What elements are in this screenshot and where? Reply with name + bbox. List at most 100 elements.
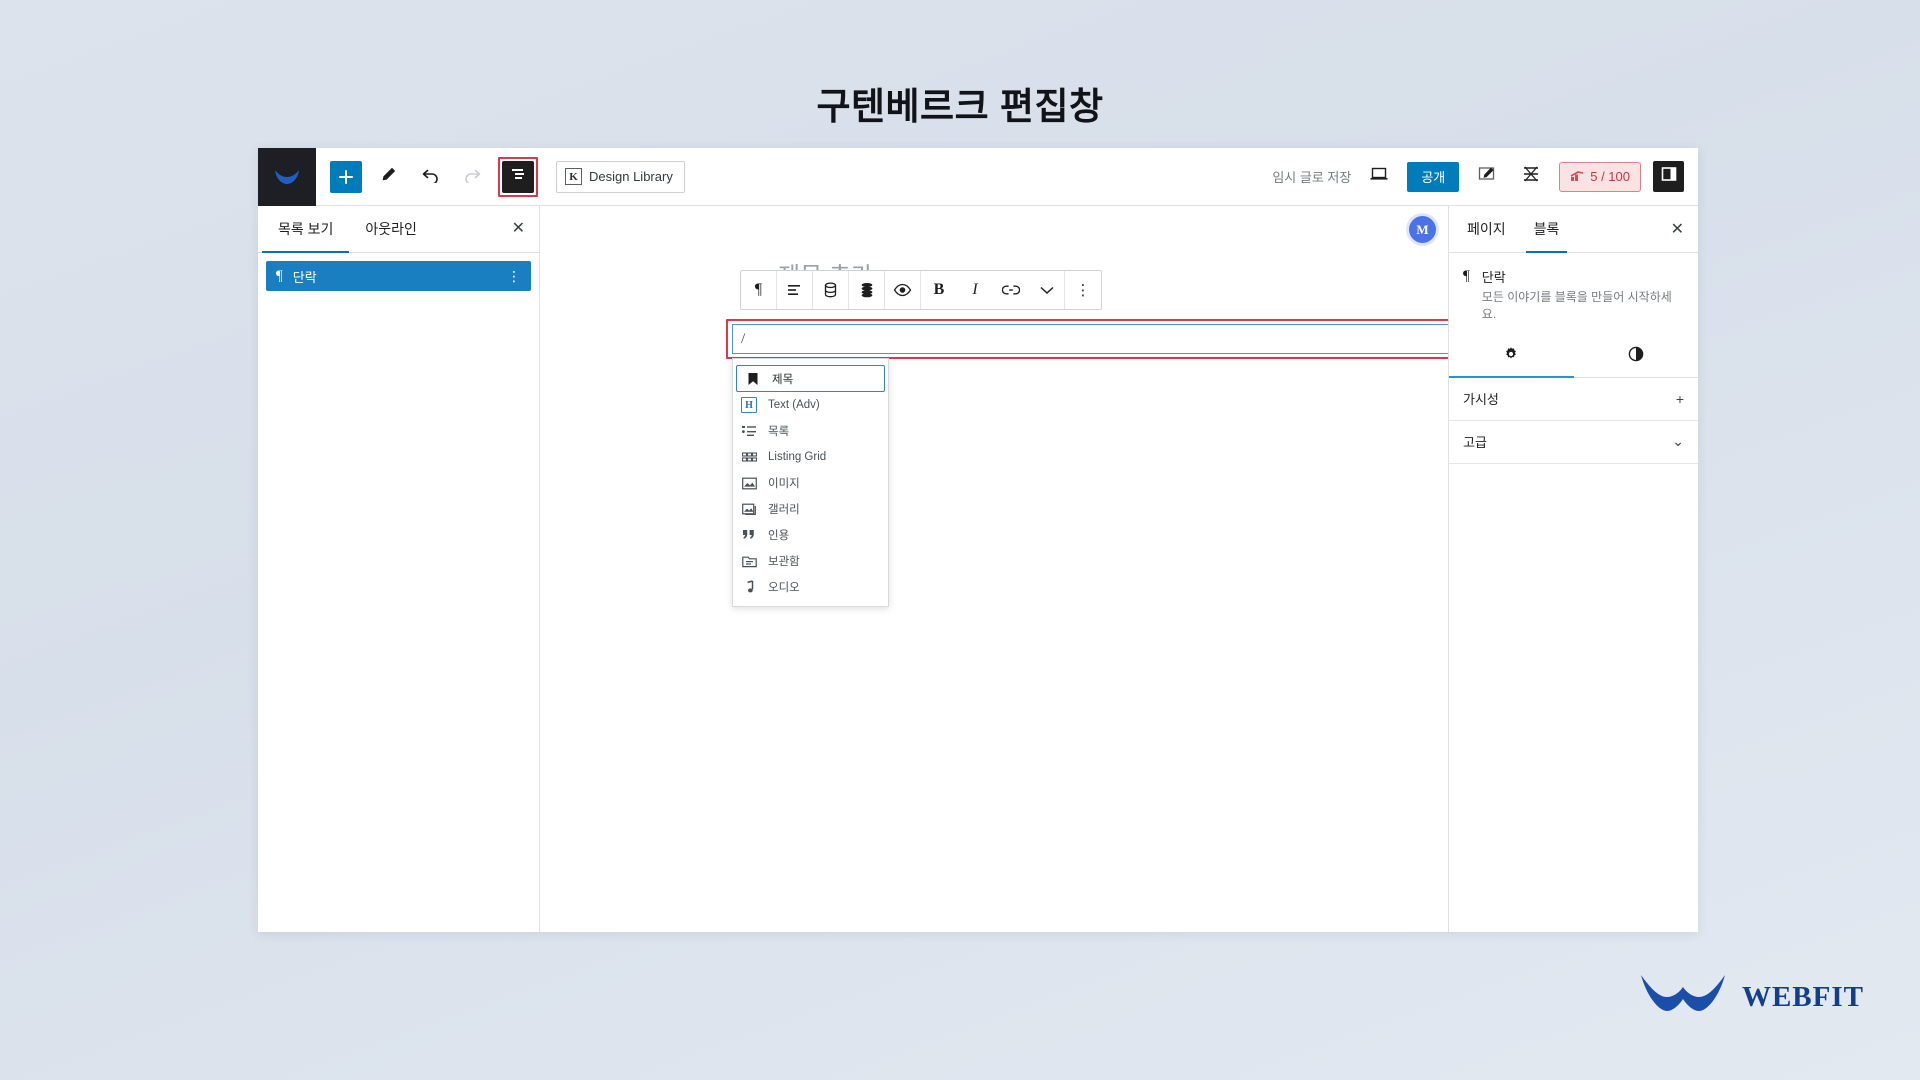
seo-settings-button[interactable] xyxy=(1515,161,1547,193)
tab-list-view[interactable]: 목록 보기 xyxy=(262,206,350,253)
add-block-button[interactable] xyxy=(330,160,362,193)
list-item[interactable]: ¶ 단락 ⋮ xyxy=(266,261,531,291)
slash-command-menu: 제목 H Text (Adv) 목록 Listing Grid 이미지 갤러리 … xyxy=(732,358,889,607)
quote-icon xyxy=(741,527,757,543)
listing-grid-icon xyxy=(741,449,757,465)
bold-icon[interactable]: B xyxy=(921,271,957,309)
italic-icon[interactable]: I xyxy=(957,271,993,309)
settings-row-visibility[interactable]: 가시성 + xyxy=(1449,378,1698,421)
save-draft-button[interactable]: 임시 글로 저장 xyxy=(1272,167,1351,186)
block-info: ¶ 단락 모든 이야기를 블록을 만들어 시작하세요. xyxy=(1449,253,1698,336)
settings-subtabs xyxy=(1449,336,1698,378)
seo-gear-icon xyxy=(1521,165,1541,188)
settings-tabs: 페이지 블록 ✕ xyxy=(1449,206,1698,253)
slash-item-label: 보관함 xyxy=(768,556,800,568)
settings-row-advanced[interactable]: 고급 ⌄ xyxy=(1449,421,1698,464)
settings-sidebar-toggle-button[interactable] xyxy=(1653,161,1684,192)
close-settings-icon[interactable]: ✕ xyxy=(1671,219,1684,239)
slash-item-label: 목록 xyxy=(768,426,790,438)
paragraph-pilcrow-icon: ¶ xyxy=(1463,268,1470,284)
slash-item-listing-grid[interactable]: Listing Grid xyxy=(733,444,888,470)
design-library-label: Design Library xyxy=(589,169,673,184)
gutenberg-editor-window: K Design Library 임시 글로 저장 공개 5 / 100 목록 … xyxy=(258,148,1698,932)
seo-score-icon xyxy=(1570,169,1585,185)
sidebar-panel-icon xyxy=(1661,166,1677,187)
gear-icon xyxy=(1503,346,1519,366)
more-options-icon[interactable]: ⋮ xyxy=(1065,271,1101,309)
heading-h-icon: H xyxy=(741,397,757,413)
paragraph-type-icon[interactable]: ¶ xyxy=(741,271,777,309)
styles-contrast-tab[interactable] xyxy=(1574,336,1699,377)
plus-icon[interactable]: + xyxy=(1676,391,1684,407)
webfit-logo xyxy=(1637,969,1729,1026)
list-view-panel: 목록 보기 아웃라인 ✕ ¶ 단락 ⋮ xyxy=(258,206,540,932)
plugin-badge-icon[interactable]: M xyxy=(1409,216,1436,243)
list-item-label: 단락 xyxy=(292,269,317,285)
design-library-button[interactable]: K Design Library xyxy=(556,160,685,193)
slash-item-label: 제목 xyxy=(772,373,794,386)
slash-item-heading[interactable]: 제목 xyxy=(736,365,885,392)
tools-pencil-button[interactable] xyxy=(372,161,404,193)
slash-item-list[interactable]: 목록 xyxy=(733,418,888,444)
close-list-view-icon[interactable]: ✕ xyxy=(512,221,525,237)
block-info-title: 단락 xyxy=(1481,270,1506,285)
seo-score-value: 5 / 100 xyxy=(1590,169,1630,184)
laptop-preview-icon xyxy=(1369,166,1389,187)
tab-page[interactable]: 페이지 xyxy=(1453,206,1520,252)
list-view-block-list: ¶ 단락 ⋮ xyxy=(258,253,539,291)
list-view-annotation-box xyxy=(498,156,538,197)
redo-button[interactable] xyxy=(456,161,488,193)
settings-gear-tab[interactable] xyxy=(1449,336,1574,378)
settings-row-label: 고급 xyxy=(1463,435,1487,451)
slash-item-audio[interactable]: 오디오 xyxy=(733,574,888,600)
chevron-down-icon[interactable] xyxy=(1029,271,1065,309)
slash-item-archive[interactable]: 보관함 xyxy=(733,548,888,574)
block-toolbar: ¶ B I ⋮ xyxy=(740,270,1102,310)
preview-button[interactable] xyxy=(1363,161,1395,193)
list-icon xyxy=(741,423,757,439)
slash-item-label: Listing Grid xyxy=(768,451,827,463)
align-icon[interactable] xyxy=(777,271,813,309)
slash-item-gallery[interactable]: 갤러리 xyxy=(733,496,888,522)
settings-row-label: 가시성 xyxy=(1463,392,1499,408)
paragraph-value: / xyxy=(741,330,746,347)
edit-post-button[interactable] xyxy=(1471,161,1503,193)
editor-top-bar: K Design Library 임시 글로 저장 공개 5 / 100 xyxy=(258,148,1698,206)
slash-item-quote[interactable]: 인용 xyxy=(733,522,888,548)
webfit-brand-text: WEBFIT xyxy=(1741,981,1864,1013)
seo-score-badge[interactable]: 5 / 100 xyxy=(1559,161,1641,192)
slash-item-image[interactable]: 이미지 xyxy=(733,470,888,496)
top-bar-left-tools: K Design Library xyxy=(316,156,685,197)
slash-item-text-adv[interactable]: H Text (Adv) xyxy=(733,392,888,418)
undo-arrow-icon xyxy=(421,166,440,188)
database-icon[interactable] xyxy=(813,271,849,309)
webfit-branding: WEBFIT xyxy=(1637,969,1864,1026)
list-view-button[interactable] xyxy=(502,160,534,193)
slash-item-label: 갤러리 xyxy=(768,504,800,516)
tab-block[interactable]: 블록 xyxy=(1520,206,1574,253)
slash-item-label: 인용 xyxy=(768,530,790,542)
pencil-icon xyxy=(380,166,397,188)
settings-sidebar: M 페이지 블록 ✕ ¶ 단락 모든 이야기를 블록을 만들어 시작하세요. 가… xyxy=(1409,206,1698,932)
archive-icon xyxy=(741,553,757,569)
publish-button[interactable]: 공개 xyxy=(1407,161,1460,192)
list-view-tabs: 목록 보기 아웃라인 ✕ xyxy=(258,206,539,253)
tab-outline[interactable]: 아웃라인 xyxy=(349,206,433,252)
editor-canvas[interactable]: 제목 추가 ¶ xyxy=(540,206,1448,932)
slash-item-label: Text (Adv) xyxy=(768,399,820,411)
heading-bookmark-icon xyxy=(745,371,761,387)
vertical-dots-icon[interactable]: ⋮ xyxy=(507,268,521,285)
wordpress-logo-button[interactable] xyxy=(258,148,316,206)
top-bar-right-tools: 임시 글로 저장 공개 5 / 100 xyxy=(1272,161,1698,193)
chevron-down-icon[interactable]: ⌄ xyxy=(1672,433,1684,450)
pencil-square-icon xyxy=(1477,165,1497,188)
paragraph-pilcrow-icon: ¶ xyxy=(276,267,283,284)
redo-arrow-icon xyxy=(463,166,482,188)
link-icon[interactable] xyxy=(993,271,1029,309)
list-view-icon xyxy=(510,166,527,188)
stack-icon[interactable] xyxy=(849,271,885,309)
undo-button[interactable] xyxy=(414,161,446,193)
paragraph-block-input[interactable]: / xyxy=(732,324,1448,354)
design-library-icon: K xyxy=(565,168,582,185)
visibility-eye-icon[interactable] xyxy=(885,271,921,309)
